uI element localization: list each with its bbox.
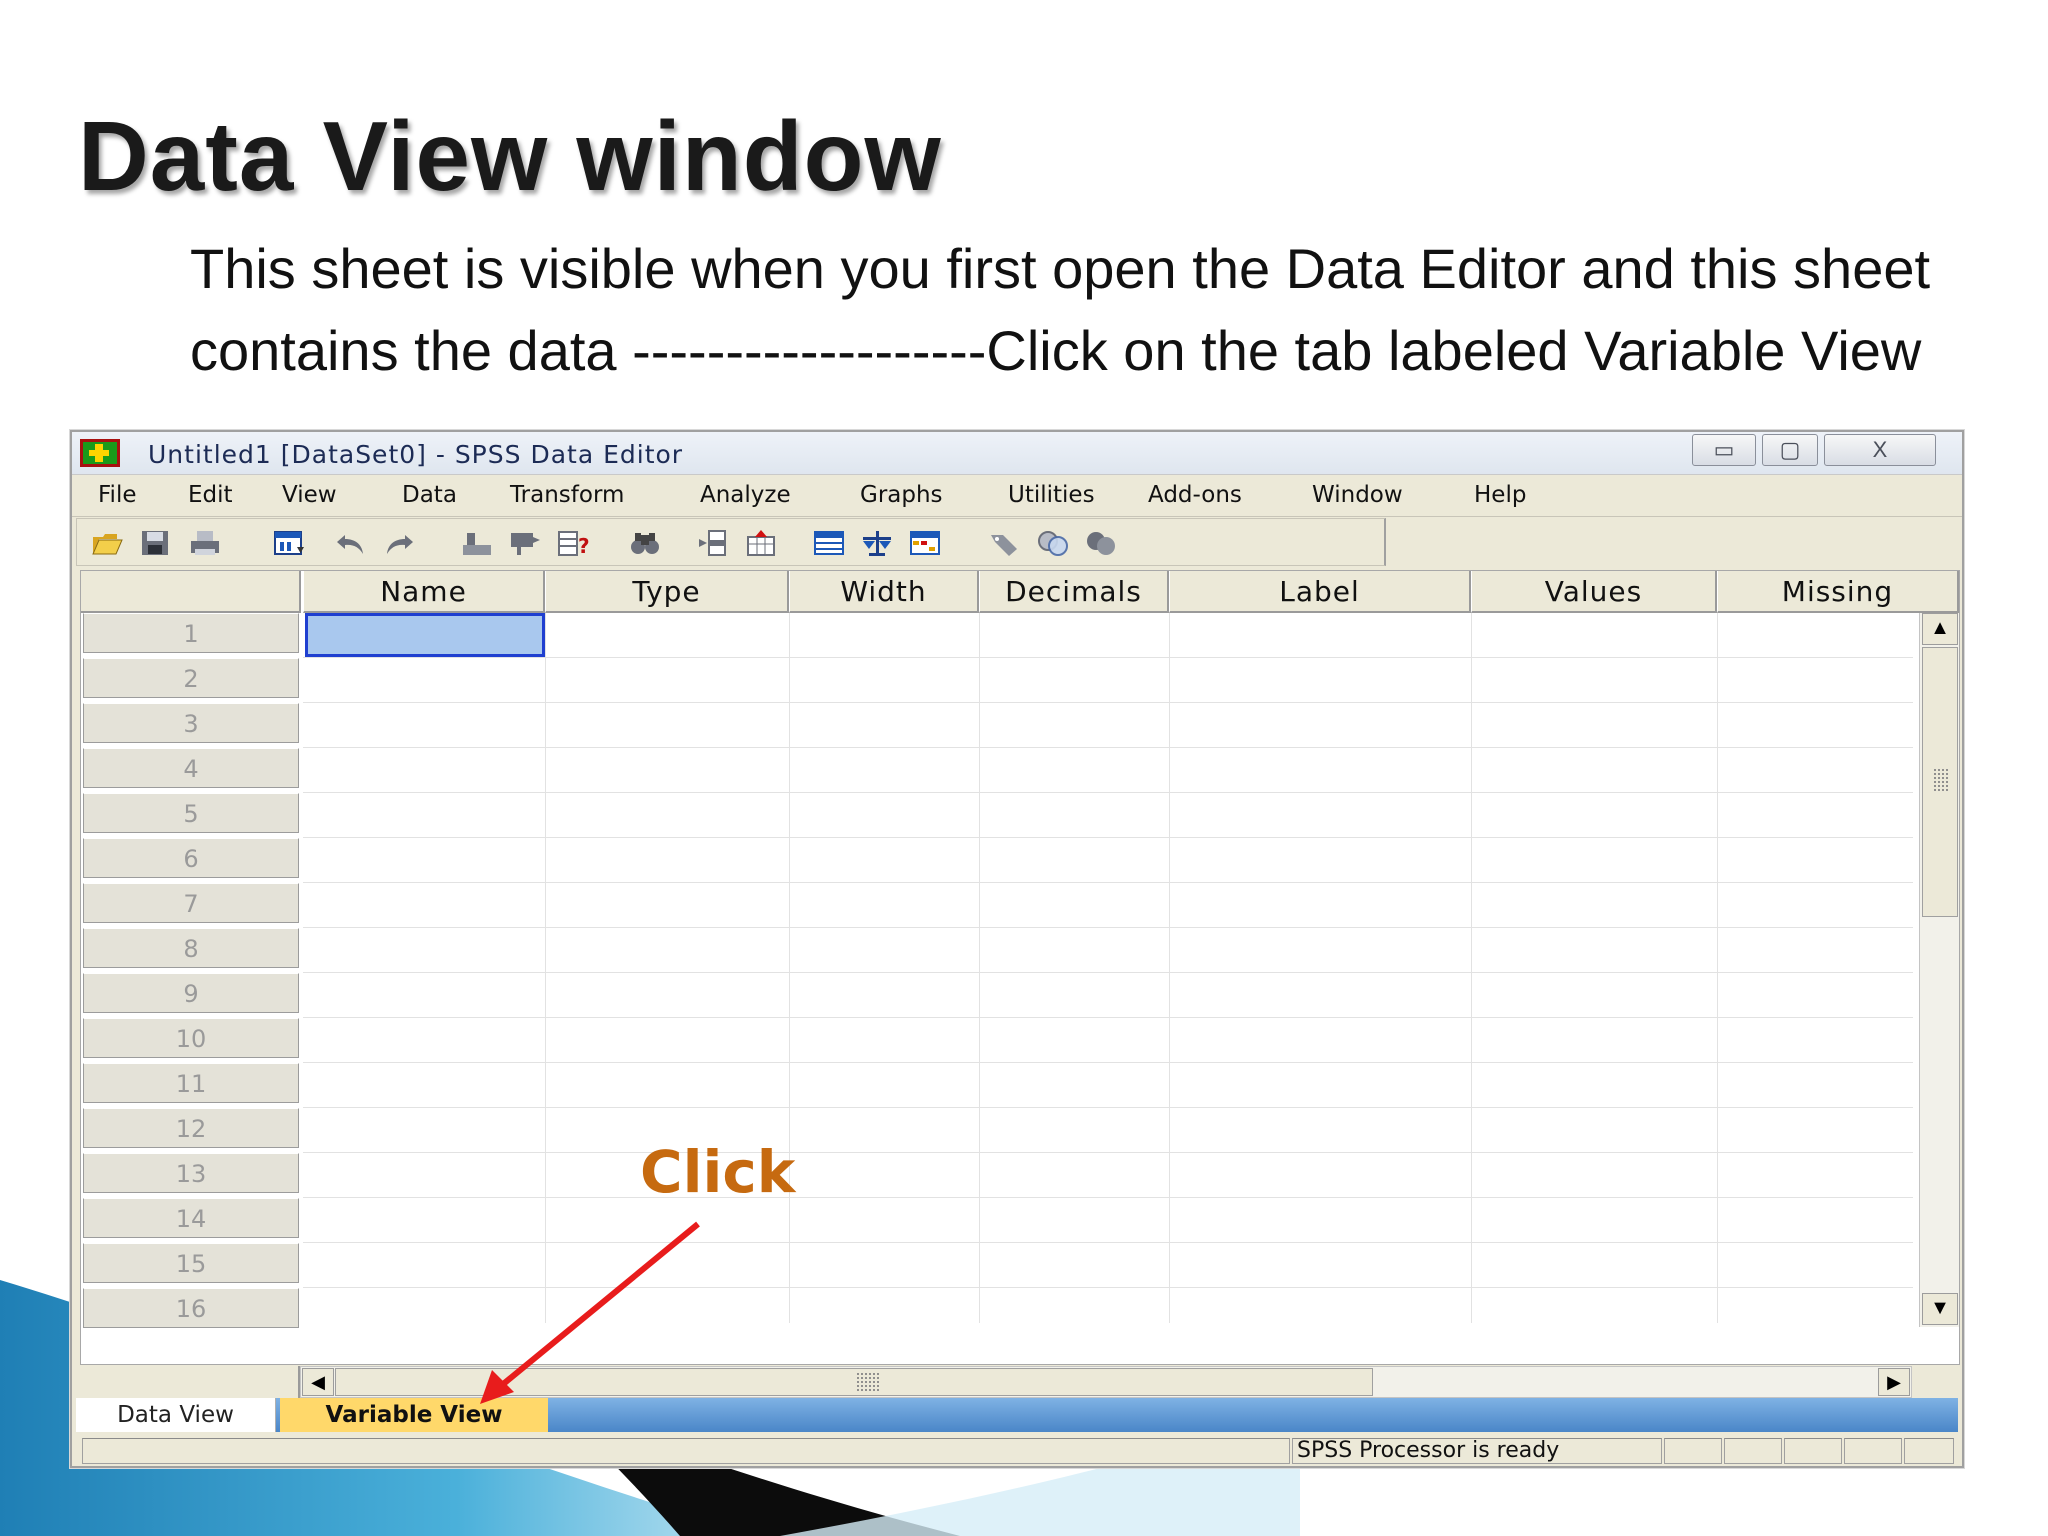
row-header[interactable]: 4 — [83, 748, 299, 788]
menu-bar: File Edit View Data Transform Analyze Gr… — [72, 476, 1962, 517]
spss-app-icon — [80, 439, 120, 467]
toolbar: ? — [76, 518, 1386, 566]
body-line-2: contains the data -------------------Cli… — [190, 319, 1922, 382]
menu-graphs[interactable]: Graphs — [860, 482, 943, 508]
value-labels-icon[interactable] — [989, 529, 1021, 557]
split-file-icon[interactable] — [813, 529, 845, 557]
select-cases-icon[interactable] — [909, 529, 941, 557]
row-header[interactable]: 16 — [83, 1288, 299, 1328]
insert-cases-icon[interactable] — [697, 529, 729, 557]
status-bar: SPSS Processor is ready — [76, 1436, 1958, 1466]
data-grid: Name Type Width Decimals Label Values Mi… — [80, 570, 1960, 1365]
row-header[interactable]: 14 — [83, 1198, 299, 1238]
maximize-button[interactable]: ▢ — [1762, 434, 1818, 466]
use-sets-icon[interactable] — [1037, 529, 1069, 557]
undo-icon[interactable] — [335, 529, 367, 557]
goto-variable-icon[interactable] — [509, 529, 541, 557]
click-annotation: Click — [640, 1138, 796, 1206]
view-tabs: Data View Variable View — [76, 1398, 1958, 1432]
grid-line — [789, 613, 790, 1323]
menu-transform[interactable]: Transform — [510, 482, 624, 508]
menu-data[interactable]: Data — [402, 482, 457, 508]
column-header-type[interactable]: Type — [545, 571, 789, 613]
status-cell — [82, 1438, 1290, 1464]
grid-line — [545, 613, 546, 1323]
vertical-scrollbar[interactable]: ▲ ▼ — [1919, 613, 1959, 1327]
goto-case-icon[interactable] — [461, 529, 493, 557]
status-text: SPSS Processor is ready — [1297, 1438, 1560, 1463]
column-header-values[interactable]: Values — [1471, 571, 1717, 613]
tab-data-view[interactable]: Data View — [76, 1398, 276, 1432]
variables-icon[interactable]: ? — [557, 529, 589, 557]
weight-cases-icon[interactable] — [861, 529, 893, 557]
print-icon[interactable] — [189, 529, 221, 557]
row-header[interactable]: 11 — [83, 1063, 299, 1103]
row-header[interactable]: 13 — [83, 1153, 299, 1193]
close-button[interactable]: X — [1824, 434, 1936, 466]
status-cell — [1724, 1438, 1782, 1464]
menu-window[interactable]: Window — [1312, 482, 1403, 508]
row-header[interactable]: 9 — [83, 973, 299, 1013]
slide-title: Data View window — [78, 101, 942, 211]
scroll-right-button[interactable]: ▶ — [1878, 1368, 1910, 1396]
insert-variable-icon[interactable] — [745, 529, 777, 557]
row-header[interactable]: 3 — [83, 703, 299, 743]
status-cell — [1664, 1438, 1722, 1464]
status-cell: SPSS Processor is ready — [1292, 1438, 1662, 1464]
grid-corner — [81, 571, 301, 613]
scroll-left-button[interactable]: ◀ — [302, 1368, 334, 1396]
status-cell — [1904, 1438, 1954, 1464]
menu-utilities[interactable]: Utilities — [1008, 482, 1095, 508]
row-header[interactable]: 10 — [83, 1018, 299, 1058]
status-cell — [1784, 1438, 1842, 1464]
redo-icon[interactable] — [383, 529, 415, 557]
row-header[interactable]: 8 — [83, 928, 299, 968]
column-header-missing[interactable]: Missing — [1717, 571, 1959, 613]
column-header-label[interactable]: Label — [1169, 571, 1471, 613]
row-header[interactable]: 6 — [83, 838, 299, 878]
window-titlebar: Untitled1 [DataSet0] - SPSS Data Editor … — [72, 432, 1962, 475]
row-header[interactable]: 1 — [83, 613, 299, 653]
menu-view[interactable]: View — [282, 482, 337, 508]
row-header[interactable]: 7 — [83, 883, 299, 923]
save-icon[interactable] — [139, 529, 171, 557]
minimize-button[interactable]: ▭ — [1692, 434, 1756, 466]
scroll-up-button[interactable]: ▲ — [1922, 613, 1958, 645]
menu-file[interactable]: File — [98, 482, 137, 508]
row-header[interactable]: 5 — [83, 793, 299, 833]
row-header[interactable]: 2 — [83, 658, 299, 698]
spss-data-editor-window: Untitled1 [DataSet0] - SPSS Data Editor … — [70, 430, 1964, 1468]
open-icon[interactable] — [91, 529, 123, 557]
show-all-variables-icon[interactable] — [1085, 529, 1117, 557]
grid-line — [1717, 613, 1718, 1323]
status-cell — [1844, 1438, 1902, 1464]
annotation-arrow — [480, 1221, 700, 1404]
row-header[interactable]: 12 — [83, 1108, 299, 1148]
menu-add-ons[interactable]: Add-ons — [1148, 482, 1242, 508]
menu-analyze[interactable]: Analyze — [700, 482, 791, 508]
hscroll-spacer — [80, 1366, 300, 1398]
menu-edit[interactable]: Edit — [188, 482, 233, 508]
body-line-1: This sheet is visible when you first ope… — [190, 237, 1931, 300]
grid-line — [979, 613, 980, 1323]
column-header-decimals[interactable]: Decimals — [979, 571, 1169, 613]
window-title: Untitled1 [DataSet0] - SPSS Data Editor — [148, 440, 684, 469]
menu-help[interactable]: Help — [1474, 482, 1526, 508]
column-header-name[interactable]: Name — [303, 571, 545, 613]
grid-line — [1169, 613, 1170, 1323]
grid-line — [1471, 613, 1472, 1323]
svg-text:?: ? — [578, 534, 589, 557]
scroll-down-button[interactable]: ▼ — [1922, 1293, 1958, 1325]
column-header-width[interactable]: Width — [789, 571, 979, 613]
row-header[interactable]: 15 — [83, 1243, 299, 1283]
slide-body: This sheet is visible when you first ope… — [190, 228, 2010, 392]
dialog-recall-icon[interactable] — [273, 529, 305, 557]
selected-cell[interactable] — [305, 613, 545, 657]
vertical-scroll-thumb[interactable] — [1922, 647, 1958, 917]
find-icon[interactable] — [629, 529, 661, 557]
